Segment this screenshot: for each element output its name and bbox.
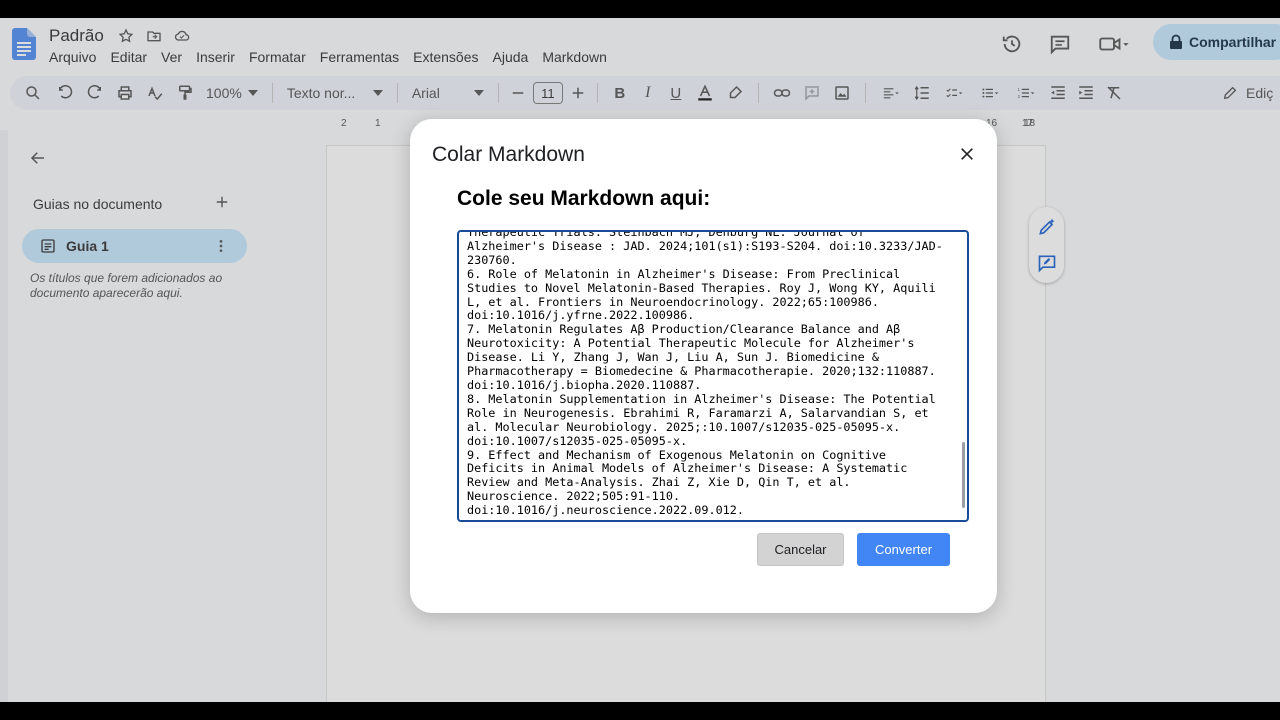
- markdown-line: doi:10.1016/j.yfrne.2022.100986.: [467, 308, 695, 323]
- markdown-label: Cole seu Markdown aqui:: [457, 187, 711, 210]
- docs-app: Padrão Arquivo Editar Ver Inserir Format…: [0, 18, 1280, 702]
- markdown-line: doi:10.1016/j.biopha.2020.110887.: [467, 377, 702, 392]
- convert-button[interactable]: Converter: [857, 533, 950, 566]
- markdown-line: Role in Neurogenesis. Ebrahimi R, Farama…: [467, 405, 929, 420]
- markdown-line: doi:10.1007/s12035-025-05095-x.: [467, 433, 688, 448]
- markdown-line: 7. Melatonin Regulates Aβ Production/Cle…: [467, 322, 901, 337]
- close-icon[interactable]: [958, 145, 976, 163]
- textarea-scrollbar[interactable]: [962, 442, 965, 508]
- markdown-line: 8. Melatonin Supplementation in Alzheime…: [467, 391, 936, 406]
- markdown-line: Pharmacotherapy = Biomedecine & Pharmaco…: [467, 364, 936, 379]
- markdown-line: 6. Role of Melatonin in Alzheimer's Dise…: [467, 266, 901, 281]
- markdown-line: L, et al. Frontiers in Neuroendocrinolog…: [467, 294, 879, 309]
- markdown-line: 230760.: [467, 252, 517, 267]
- markdown-line: Review and Meta-Analysis. Zhai Z, Xie D,…: [467, 475, 851, 490]
- markdown-line: Disease. Li Y, Zhang J, Wan J, Liu A, Su…: [467, 350, 879, 365]
- markdown-line: doi:10.1016/j.neuroscience.2022.09.012.: [467, 503, 744, 518]
- dialog-title: Colar Markdown: [432, 143, 585, 166]
- markdown-line: Deficits in Animal Models of Alzheimer's…: [467, 461, 908, 476]
- markdown-line: 9. Effect and Mechanism of Exogenous Mel…: [467, 447, 887, 462]
- markdown-line: Studies to Novel Melatonin-Based Therapi…: [467, 280, 936, 295]
- markdown-text: Therapeutic Trials. Steinbach MJ, Denbur…: [467, 232, 959, 518]
- markdown-line: Neurotoxicity: A Potential Therapeutic M…: [467, 336, 915, 351]
- markdown-line: Neuroscience. 2022;505:91-110.: [467, 489, 681, 504]
- cancel-button[interactable]: Cancelar: [757, 533, 844, 566]
- markdown-line: Alzheimer's Disease : JAD. 2024;101(s1):…: [467, 238, 943, 253]
- markdown-line: al. Molecular Neurobiology. 2025;:10.100…: [467, 419, 901, 434]
- markdown-textarea[interactable]: Therapeutic Trials. Steinbach MJ, Denbur…: [457, 230, 969, 522]
- paste-markdown-dialog: Colar Markdown Cole seu Markdown aqui: T…: [410, 119, 997, 613]
